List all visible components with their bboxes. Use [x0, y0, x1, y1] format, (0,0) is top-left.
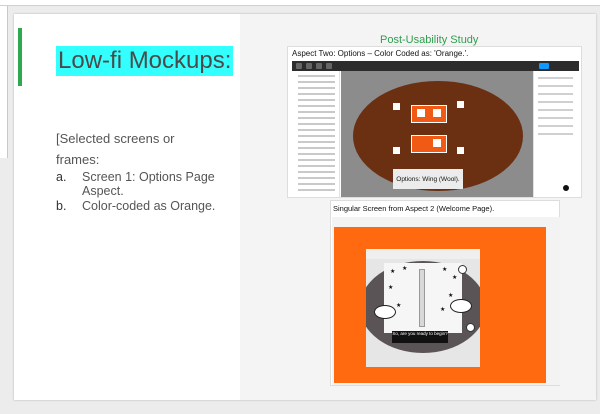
- star-icon: ★: [396, 303, 402, 309]
- screenshot-caption: Aspect Two: Options – Color Coded as: 'O…: [292, 49, 469, 58]
- left-panel-edge: [0, 6, 8, 158]
- properties-panel: [533, 71, 577, 197]
- post-usability-heading[interactable]: Post-Usability Study: [380, 34, 478, 46]
- screenshot-caption: Singular Screen from Aspect 2 (Welcome P…: [333, 204, 495, 213]
- bullet-list: a. Screen 1: Options Page Aspect. b. Col…: [56, 170, 231, 213]
- frame-tool-icon: [316, 63, 322, 69]
- frame-preview: ★ ★ ★ ★ ★ ★ ★ ★ So, are you ready to beg: [332, 217, 560, 385]
- body-paragraph: frames:: [56, 152, 100, 167]
- list-text: Color-coded as Orange.: [82, 199, 216, 213]
- speech-box: So, are you ready to begin?: [392, 331, 448, 343]
- options-page-screenshot[interactable]: Aspect Two: Options – Color Coded as: 'O…: [287, 46, 582, 198]
- body-text[interactable]: [Selected screens or frames: a. Screen 1…: [56, 130, 231, 214]
- selection-handle: [457, 101, 464, 108]
- list-item: a. Screen 1: Options Page Aspect.: [56, 170, 231, 198]
- thought-bubble: [450, 299, 472, 313]
- star-icon: ★: [442, 267, 448, 273]
- options-tooltip: Options: Wing (Wool).: [393, 169, 463, 189]
- back-arrow-icon: [458, 265, 467, 274]
- star-icon: ★: [388, 285, 394, 291]
- selection-handle: [393, 103, 400, 110]
- list-text: Screen 1: Options Page Aspect.: [82, 170, 215, 198]
- body-paragraph: [Selected screens or: [56, 131, 175, 146]
- status-bar: [366, 249, 480, 259]
- star-icon: ★: [452, 275, 458, 281]
- option-icon: [433, 109, 441, 117]
- presentation-viewer: Low-fi Mockups: Post-Usability Study [Se…: [0, 0, 600, 414]
- help-icon: [563, 185, 569, 191]
- menu-icon: [296, 63, 302, 69]
- accent-bar: [18, 28, 22, 86]
- audio-control-icon: [466, 323, 475, 332]
- option-icon: [433, 139, 441, 147]
- star-icon: ★: [390, 269, 396, 275]
- welcome-page-screenshot[interactable]: Singular Screen from Aspect 2 (Welcome P…: [330, 200, 560, 386]
- orange-background: ★ ★ ★ ★ ★ ★ ★ ★ So, are you ready to beg: [334, 227, 546, 383]
- shape-tool-icon: [326, 63, 332, 69]
- selection-handle: [393, 147, 400, 154]
- layers-panel: [292, 71, 340, 197]
- move-tool-icon: [306, 63, 312, 69]
- thought-bubble: [374, 305, 396, 319]
- design-canvas: Options: Wing (Wool).: [341, 71, 534, 197]
- share-button: [539, 63, 549, 69]
- character-figure: [419, 269, 425, 327]
- selection-handle: [457, 147, 464, 154]
- figma-toolbar: [292, 61, 579, 71]
- welcome-screen: ★ ★ ★ ★ ★ ★ ★ ★ So, are you ready to beg: [366, 249, 480, 367]
- star-icon: ★: [448, 293, 454, 299]
- slide-title[interactable]: Low-fi Mockups:: [56, 46, 234, 76]
- star-icon: ★: [440, 307, 446, 313]
- star-icon: ★: [402, 266, 408, 272]
- list-item: b. Color-coded as Orange.: [56, 199, 231, 213]
- option-card: [411, 135, 447, 153]
- list-marker: a.: [56, 170, 67, 184]
- option-icon: [417, 109, 425, 117]
- list-marker: b.: [56, 199, 67, 213]
- top-toolbar-edge: [0, 0, 600, 6]
